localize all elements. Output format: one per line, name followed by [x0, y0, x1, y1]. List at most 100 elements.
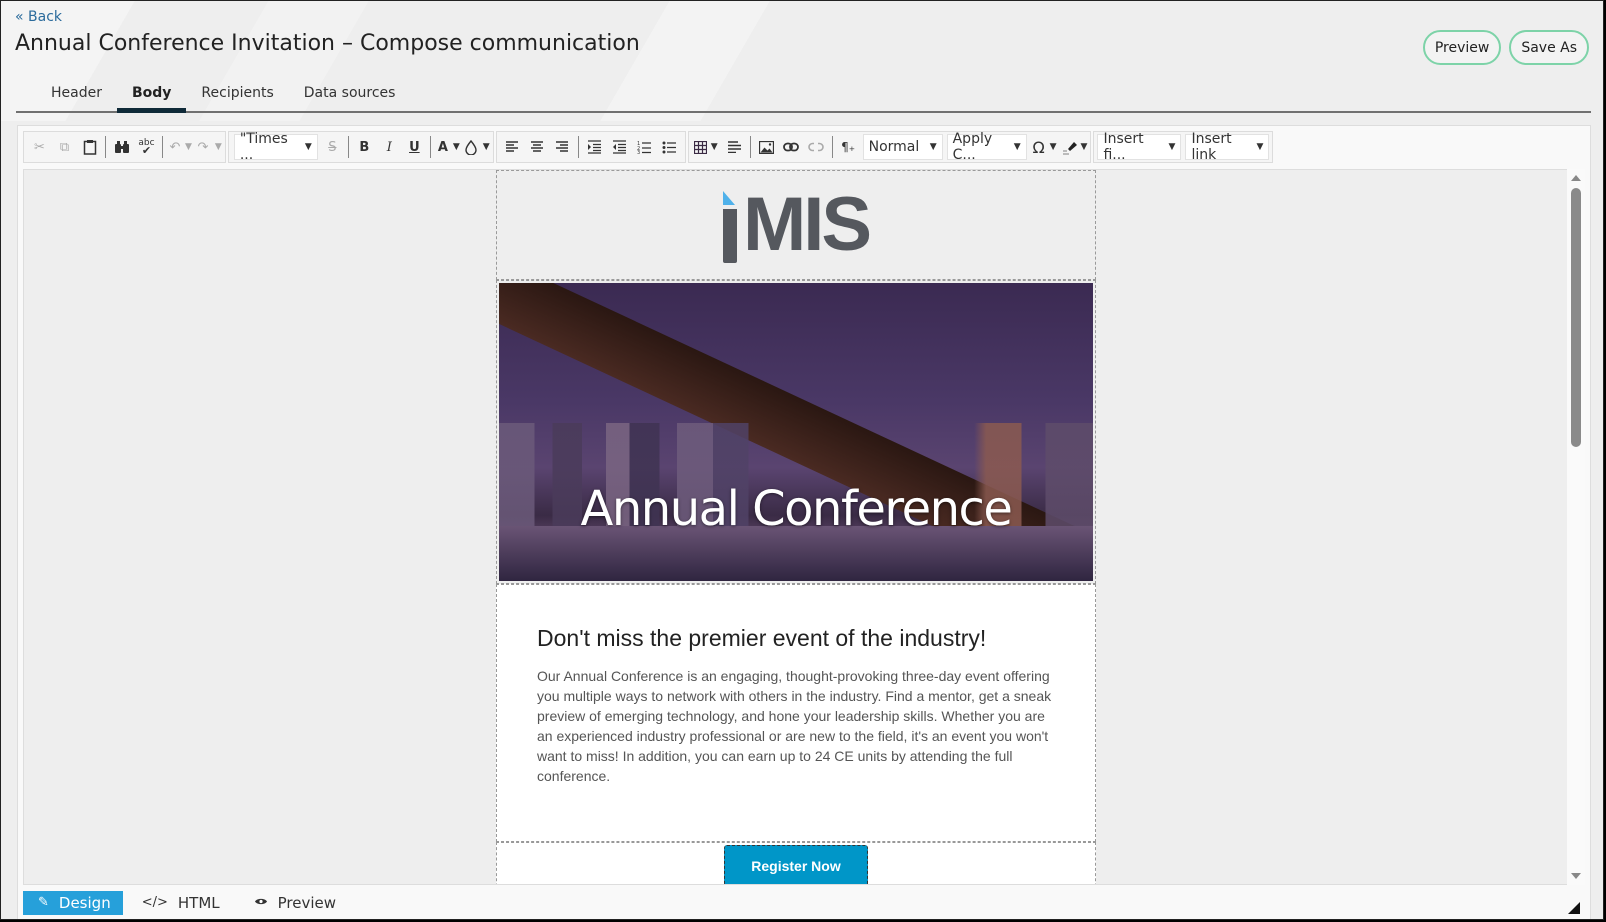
table-dropdown-icon[interactable]: ▼	[711, 142, 718, 152]
pencil-icon: ✎	[38, 895, 49, 910]
copy-icon[interactable]: ⧉	[52, 134, 77, 160]
hero-image-block[interactable]: Annual Conference	[496, 280, 1096, 584]
indent-icon[interactable]	[582, 134, 607, 160]
font-color-icon[interactable]: A	[434, 134, 452, 160]
toolbar-separator	[429, 136, 431, 158]
tab-body[interactable]: Body	[116, 79, 187, 113]
insert-symbol-icon[interactable]: Ω	[1029, 134, 1049, 160]
email-heading: Don't miss the premier event of the indu…	[537, 625, 987, 651]
format-stripper-dropdown-icon[interactable]: ▼	[1081, 142, 1088, 152]
toolbar-group-paragraph: 123	[495, 131, 686, 163]
apply-css-class-value: Apply C...	[952, 131, 993, 163]
mode-html-label: HTML	[177, 893, 220, 912]
format-block-icon[interactable]: ¶₊	[836, 134, 861, 160]
toolbar-separator	[347, 136, 349, 158]
paragraph-style-value: Normal	[868, 139, 920, 155]
strikethrough-icon[interactable]: S	[320, 134, 345, 160]
mode-design-label: Design	[58, 893, 111, 912]
top-actions: Preview Save As	[1422, 30, 1589, 65]
toolbar-separator	[749, 136, 751, 158]
save-as-button[interactable]: Save As	[1509, 30, 1589, 65]
image-icon[interactable]	[754, 134, 779, 160]
insert-field-select[interactable]: Insert fi... ▼	[1097, 131, 1182, 163]
register-now-button[interactable]: Register Now	[724, 845, 868, 884]
chevron-down-icon: ▼	[1168, 142, 1176, 152]
mode-preview-tab[interactable]: Preview	[239, 891, 351, 915]
bold-icon[interactable]: B	[352, 134, 377, 160]
paragraph-style-select[interactable]: Normal ▼	[862, 134, 943, 160]
outdent-icon[interactable]	[607, 134, 632, 160]
imis-logo: MIS	[722, 187, 872, 263]
mode-html-tab[interactable]: </> HTML	[127, 891, 235, 915]
font-family-select[interactable]: "Times ... ▼	[233, 131, 318, 163]
toolbar-separator	[162, 136, 163, 158]
paragraph-properties-icon[interactable]	[722, 134, 747, 160]
mode-preview-label: Preview	[277, 893, 337, 912]
email-template: MIS Annual Conference Don't miss the pre…	[496, 170, 1096, 884]
numbered-list-icon[interactable]: 123	[632, 134, 657, 160]
redo-dropdown-icon[interactable]: ▼	[215, 142, 222, 152]
format-stripper-icon[interactable]	[1060, 134, 1080, 160]
unlink-icon[interactable]	[804, 134, 829, 160]
insert-link-value: Insert link	[1191, 131, 1232, 163]
editor-content-area[interactable]: MIS Annual Conference Don't miss the pre…	[23, 169, 1570, 885]
insert-symbol-dropdown-icon[interactable]: ▼	[1050, 142, 1057, 152]
link-icon[interactable]	[779, 134, 804, 160]
resize-handle-icon[interactable]	[1568, 902, 1580, 914]
app-window: « Back Annual Conference Invitation – Co…	[0, 0, 1604, 920]
chevron-down-icon: ▼	[304, 142, 312, 152]
logo-i-stem	[722, 209, 737, 263]
tab-bar: Header Body Recipients Data sources	[16, 79, 1591, 113]
tab-header[interactable]: Header	[36, 79, 117, 111]
toolbar-group-font: "Times ... ▼ S B I U A ▼ ▼	[227, 131, 494, 163]
cut-icon[interactable]: ✂	[27, 134, 52, 160]
scroll-down-icon[interactable]	[1571, 873, 1581, 879]
back-link[interactable]: « Back	[15, 9, 62, 25]
bulleted-list-icon[interactable]	[657, 134, 682, 160]
chevron-down-icon: ▼	[1013, 142, 1021, 152]
hero-image: Annual Conference	[499, 283, 1093, 581]
preview-button[interactable]: Preview	[1422, 30, 1502, 65]
hero-title: Annual Conference	[580, 481, 1013, 537]
logo-text: MIS	[742, 182, 872, 267]
insert-link-select[interactable]: Insert link ▼	[1185, 131, 1270, 163]
undo-dropdown-icon[interactable]: ▼	[185, 142, 192, 152]
align-right-icon[interactable]	[550, 134, 575, 160]
background-color-icon[interactable]	[460, 134, 482, 160]
apply-css-class-select[interactable]: Apply C... ▼	[946, 131, 1027, 163]
background-color-dropdown-icon[interactable]: ▼	[483, 142, 490, 152]
scroll-up-icon[interactable]	[1571, 175, 1581, 181]
page-title: Annual Conference Invitation – Compose c…	[15, 31, 640, 56]
chevron-down-icon: ▼	[1256, 142, 1264, 152]
eye-icon	[254, 895, 268, 910]
editor-toolbar: ✂ ⧉ abc ✔ ↶ ▼ ↷ ▼ "Times ... ▼ S B I U A…	[23, 131, 1275, 163]
toolbar-separator	[105, 136, 106, 158]
font-color-dropdown-icon[interactable]: ▼	[453, 142, 460, 152]
spellcheck-icon[interactable]: abc ✔	[134, 134, 159, 160]
find-replace-icon[interactable]	[109, 134, 134, 160]
toolbar-separator	[831, 136, 833, 158]
scrollbar-thumb[interactable]	[1571, 188, 1581, 447]
table-icon[interactable]	[692, 134, 710, 160]
svg-text:3: 3	[637, 150, 640, 154]
toolbar-group-clipboard: ✂ ⧉ abc ✔ ↶ ▼ ↷ ▼	[23, 131, 226, 163]
redo-icon[interactable]: ↷	[192, 134, 214, 160]
underline-icon[interactable]: U	[402, 134, 427, 160]
insert-field-value: Insert fi...	[1103, 131, 1144, 163]
tab-data-sources[interactable]: Data sources	[289, 79, 411, 111]
toolbar-group-insert: ▼ ¶₊ Normal ▼ Apply C... ▼ Ω ▼ ▼	[687, 131, 1092, 163]
tab-recipients[interactable]: Recipients	[186, 79, 288, 111]
align-left-icon[interactable]	[500, 134, 525, 160]
font-family-value: "Times ...	[239, 131, 288, 163]
italic-icon[interactable]: I	[377, 134, 402, 160]
button-block: Register Now	[496, 842, 1096, 884]
paste-icon[interactable]	[77, 134, 102, 160]
undo-icon[interactable]: ↶	[166, 134, 184, 160]
email-body-text: Our Annual Conference is an engaging, th…	[537, 668, 1052, 784]
align-center-icon[interactable]	[525, 134, 550, 160]
vertical-scrollbar[interactable]	[1567, 169, 1585, 885]
text-block[interactable]: Don't miss the premier event of the indu…	[496, 584, 1096, 842]
logo-block[interactable]: MIS	[496, 170, 1096, 280]
chevron-down-icon: ▼	[929, 142, 937, 152]
mode-design-tab[interactable]: ✎ Design	[23, 890, 123, 915]
